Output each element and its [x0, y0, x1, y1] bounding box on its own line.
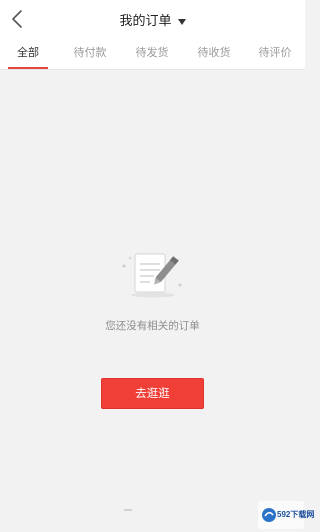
watermark: 592下载网 — [258, 501, 314, 529]
tab-all[interactable]: 全部 — [8, 38, 48, 69]
scroll-hint — [124, 509, 132, 511]
empty-state-message: 您还没有相关的订单 — [105, 320, 200, 332]
watermark-logo-icon — [262, 508, 276, 522]
document-pen-icon — [122, 253, 182, 298]
top-bar: 我的订单 — [0, 0, 305, 38]
tab-pending-receipt[interactable]: 待收货 — [190, 38, 238, 69]
page-title: 我的订单 — [119, 13, 172, 29]
tab-pending-review[interactable]: 待评价 — [251, 38, 299, 69]
caret-down-icon — [177, 10, 186, 29]
active-tab-indicator — [8, 67, 48, 69]
title-dropdown[interactable]: 我的订单 — [0, 0, 305, 38]
browse-button[interactable]: 去逛逛 — [101, 378, 204, 409]
tab-pending-shipment[interactable]: 待发货 — [128, 38, 176, 69]
order-status-tabs: 全部 待付款 待发货 待收货 待评价 — [0, 38, 305, 70]
tab-pending-payment[interactable]: 待付款 — [66, 38, 114, 69]
watermark-text: 592下载网 — [277, 510, 315, 519]
